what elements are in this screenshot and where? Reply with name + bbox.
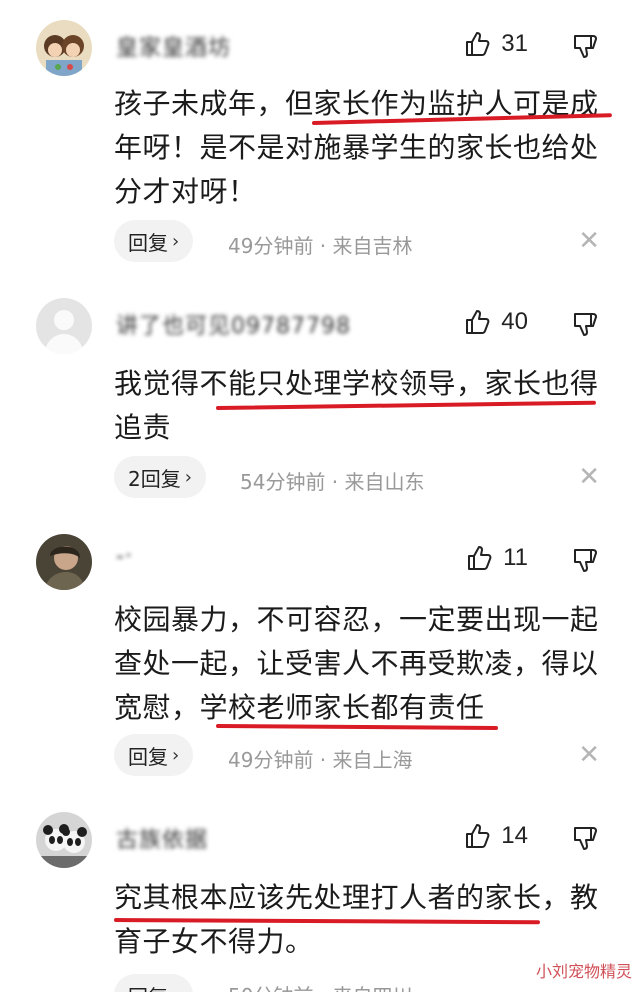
thumbs-up-icon: [468, 546, 492, 570]
comment-meta: 49分钟前 · 来自吉林: [228, 234, 413, 258]
avatar[interactable]: [36, 812, 92, 868]
thumbs-down-icon[interactable]: [572, 546, 600, 574]
close-icon[interactable]: ✕: [578, 740, 600, 770]
thumbs-up-icon: [466, 32, 490, 56]
comment-line: 宽慰，学校老师家长都有责任: [114, 691, 485, 724]
reply-label: 回复: [128, 981, 168, 992]
comment-line: 分才对呀！: [114, 175, 257, 208]
username[interactable]: 古族依据: [116, 822, 208, 854]
portrait-avatar-icon: [36, 534, 92, 590]
chevron-right-icon: ›: [172, 985, 179, 992]
panda-avatar-icon: [36, 812, 92, 868]
comment-meta: 54分钟前 · 来自山东: [240, 470, 425, 494]
reply-label: 回复: [128, 744, 168, 769]
thumbs-up-icon: [466, 824, 490, 848]
thumbs-down-icon[interactable]: [572, 824, 600, 852]
close-icon[interactable]: ✕: [578, 226, 600, 256]
reply-button[interactable]: 2回复 ›: [114, 456, 206, 498]
thumbs-up-icon: [466, 310, 490, 334]
chevron-right-icon: ›: [172, 744, 180, 766]
reply-label: 2回复: [128, 466, 181, 491]
username[interactable]: -·: [116, 544, 133, 569]
chevron-right-icon: ›: [172, 230, 180, 252]
username[interactable]: 讲了也可见09787798: [116, 308, 351, 340]
like-count: 31: [501, 30, 528, 57]
username[interactable]: 皇家皇酒坊: [116, 30, 231, 62]
watermark: 小刘宠物精灵: [535, 962, 632, 981]
comment-text: 校园暴力，不可容忍，一定要出现一起 查处一起，让受害人不再受欺凌，得以 宽慰，学…: [114, 598, 614, 730]
comment-line: 查处一起，让受害人不再受欺凌，得以: [114, 647, 599, 680]
avatar[interactable]: [36, 534, 92, 590]
chevron-right-icon: ›: [184, 466, 192, 488]
comment-line: 我觉得不能只处理学校领导，家长也得: [114, 367, 599, 400]
like-button[interactable]: 40: [463, 308, 528, 336]
close-icon[interactable]: ✕: [578, 462, 600, 492]
comment-text: 孩子未成年，但家长作为监护人可是成 年呀！是不是对施暴学生的家长也给处 分才对呀…: [114, 82, 614, 214]
like-count: 14: [501, 822, 528, 849]
avatar[interactable]: [36, 20, 92, 76]
comment-meta: 50分钟前 · 来自四川: [228, 980, 413, 992]
avatar[interactable]: [36, 298, 92, 354]
default-user-avatar-icon: [36, 298, 92, 354]
thumbs-down-icon[interactable]: [572, 310, 600, 338]
reply-button[interactable]: 回复 ›: [114, 220, 194, 262]
like-count: 40: [501, 308, 528, 335]
like-button[interactable]: 14: [463, 822, 528, 850]
comment-meta: 49分钟前 · 来自上海: [228, 748, 413, 772]
like-button[interactable]: 11: [465, 544, 528, 572]
thumbs-down-icon[interactable]: [572, 32, 600, 60]
comment-line: 追责: [114, 411, 172, 444]
reply-button[interactable]: 回复 ›: [114, 974, 194, 992]
reply-button[interactable]: 回复 ›: [114, 734, 194, 776]
reply-label: 回复: [128, 230, 168, 255]
comment-line: 究其根本应该先处理打人者的家长，教: [114, 881, 599, 914]
two-kids-avatar-icon: [36, 20, 92, 76]
comment-line: 校园暴力，不可容忍，一定要出现一起: [114, 603, 599, 636]
like-count: 11: [503, 544, 528, 571]
comment-line: 年呀！是不是对施暴学生的家长也给处: [114, 131, 599, 164]
like-button[interactable]: 31: [463, 30, 528, 58]
